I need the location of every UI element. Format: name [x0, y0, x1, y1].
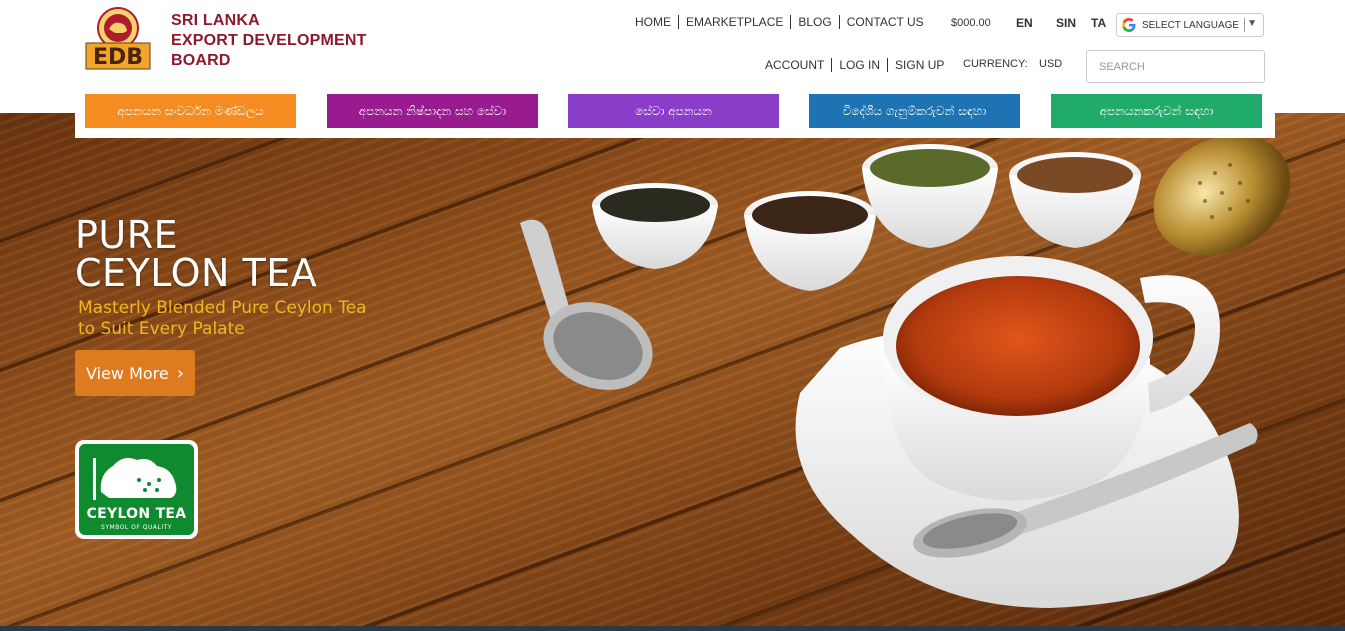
- tea-illustration: [520, 134, 1291, 608]
- menu-exporters[interactable]: අපනයනකරුවන් සඳහා: [1051, 94, 1262, 128]
- language-ta[interactable]: TA: [1091, 16, 1106, 30]
- chevron-right-icon: ›: [176, 362, 184, 384]
- logo-text: EDB: [93, 45, 143, 70]
- brand-name[interactable]: SRI LANKA EXPORT DEVELOPMENT BOARD: [171, 11, 367, 71]
- badge-caption: SYMBOL OF QUALITY: [101, 524, 172, 531]
- main-menu: අපනයන සංවර්ධන මණ්ඩලය අපනයන නිෂ්පාදන සහ ස…: [75, 87, 1275, 138]
- currency-selector[interactable]: USD: [1039, 58, 1062, 70]
- google-translate-select[interactable]: SELECT LANGUAGE ▼: [1116, 13, 1264, 37]
- nav-log-in[interactable]: LOG IN: [832, 58, 889, 72]
- menu-export-development-board[interactable]: අපනයන සංවර්ධන මණ්ඩලය: [85, 94, 296, 128]
- hero-title-line-1: PURE: [75, 213, 179, 257]
- language-sin[interactable]: SIN: [1056, 16, 1076, 30]
- google-icon: [1122, 18, 1136, 32]
- search-input[interactable]: [1086, 50, 1265, 83]
- nav-account[interactable]: ACCOUNT: [758, 58, 833, 72]
- nav-contact-us[interactable]: CONTACT US: [840, 15, 931, 29]
- cart-total[interactable]: $000.00: [951, 17, 991, 29]
- language-en[interactable]: EN: [1016, 16, 1033, 30]
- ceylon-tea-badge-inner: CEYLON TEA SYMBOL OF QUALITY: [79, 444, 194, 535]
- hero-banner: [0, 113, 1345, 631]
- menu-service-exports[interactable]: සේවා අපනයන: [568, 94, 779, 128]
- hero-title-line-2: CEYLON TEA: [75, 251, 318, 295]
- currency-label: CURRENCY:: [963, 58, 1028, 70]
- brand-line-1: SRI LANKA: [171, 12, 260, 29]
- account-navigation: ACCOUNT LOG IN SIGN UP: [758, 58, 951, 72]
- tea-bowl-1: [592, 183, 718, 269]
- nav-home[interactable]: HOME: [628, 15, 679, 29]
- tea-bowl-2: [744, 191, 876, 291]
- view-more-button[interactable]: View More ›: [75, 350, 195, 396]
- ceylon-tea-badge: CEYLON TEA SYMBOL OF QUALITY: [75, 440, 198, 539]
- nav-sign-up[interactable]: SIGN UP: [888, 58, 951, 72]
- brand-line-2: EXPORT DEVELOPMENT: [171, 32, 367, 49]
- hero-subtitle-line-1: Masterly Blended Pure Ceylon Tea: [78, 298, 367, 318]
- nav-blog[interactable]: BLOG: [791, 15, 840, 29]
- badge-label: CEYLON TEA: [86, 506, 187, 522]
- hero-title: PURE CEYLON TEA: [75, 216, 317, 292]
- view-more-label: View More: [86, 363, 169, 383]
- tea-bowl-4: [1009, 152, 1141, 248]
- tea-bowl-3: [862, 144, 998, 248]
- hero-subtitle-line-2: to Suit Every Palate: [78, 319, 245, 339]
- edb-logo[interactable]: EDB: [85, 7, 151, 71]
- menu-foreign-buyers[interactable]: විදේශීය ගැනුම්කරුවන් සඳහා: [809, 94, 1020, 128]
- chevron-down-icon: ▼: [1247, 18, 1257, 29]
- nav-emarketplace[interactable]: EMARKETPLACE: [679, 15, 792, 29]
- translate-label: SELECT LANGUAGE: [1142, 19, 1240, 31]
- translate-divider: [1244, 18, 1245, 32]
- hero-bottom-strip: [0, 626, 1345, 631]
- brand-line-3: BOARD: [171, 52, 231, 69]
- top-navigation: HOME EMARKETPLACE BLOG CONTACT US: [628, 15, 931, 29]
- hero-subtitle: Masterly Blended Pure Ceylon Tea to Suit…: [78, 298, 367, 340]
- menu-export-products-services[interactable]: අපනයන නිෂ්පාදන සහ සේවා: [327, 94, 538, 128]
